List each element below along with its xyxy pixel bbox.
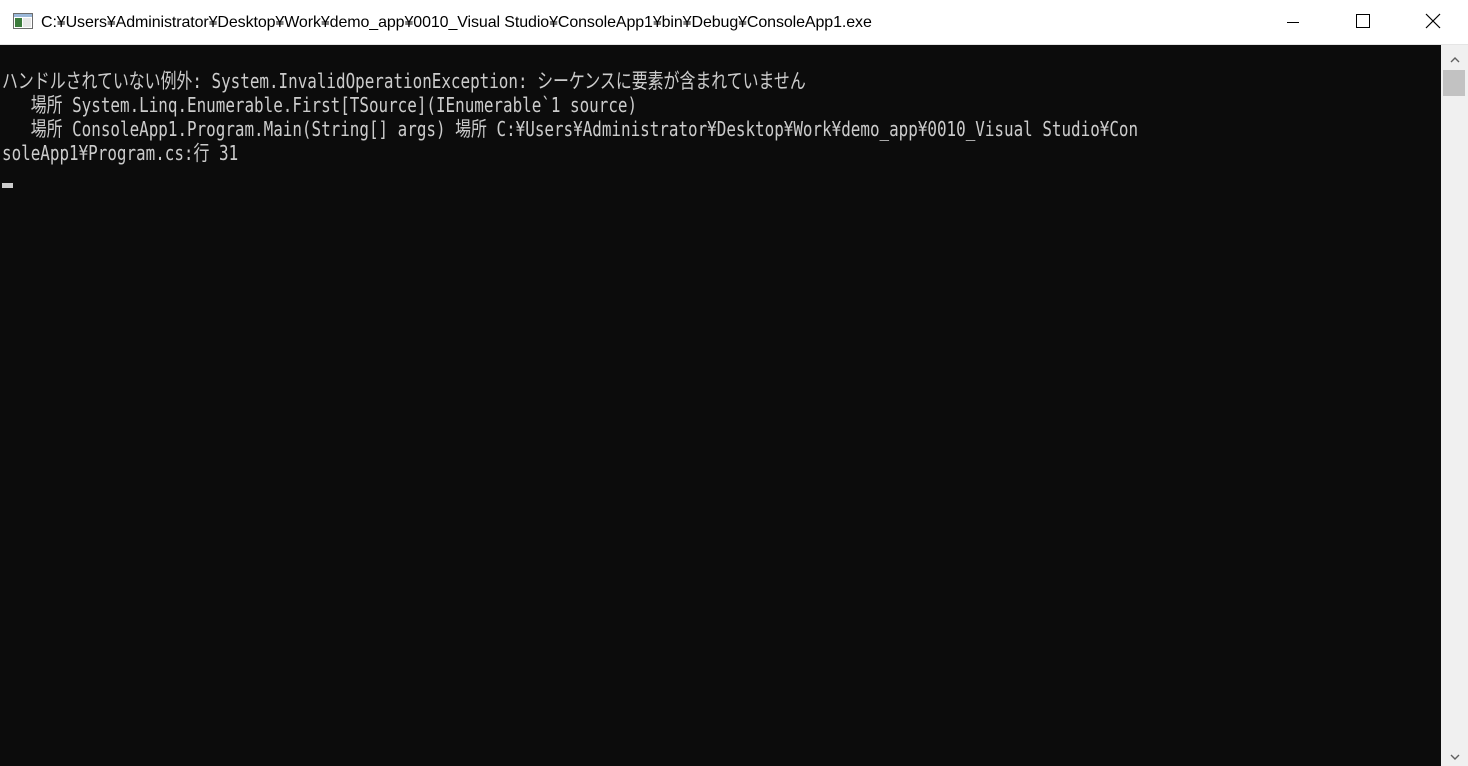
- scroll-down-button[interactable]: [1441, 742, 1468, 766]
- vertical-scrollbar[interactable]: [1441, 45, 1468, 766]
- minimize-button[interactable]: [1258, 0, 1328, 45]
- scroll-up-button[interactable]: [1441, 45, 1468, 69]
- console-line-exception: ハンドルされていない例外: System.InvalidOperationExc…: [2, 69, 806, 93]
- console-line-stack-1: 場所 System.Linq.Enumerable.First[TSource]…: [2, 93, 638, 117]
- scrollbar-thumb[interactable]: [1443, 70, 1465, 96]
- window-title: C:¥Users¥Administrator¥Desktop¥Work¥demo…: [41, 14, 872, 31]
- console-line-stack-2: 場所 ConsoleApp1.Program.Main(String[] arg…: [2, 117, 1139, 141]
- title-bar[interactable]: C:¥Users¥Administrator¥Desktop¥Work¥demo…: [0, 0, 1468, 45]
- text-cursor: [2, 183, 13, 188]
- console-app-icon: [13, 13, 33, 29]
- scroll-down-arrow-icon: [1450, 745, 1460, 764]
- maximize-button[interactable]: [1328, 0, 1398, 45]
- minimize-icon: [1287, 13, 1299, 32]
- close-button[interactable]: [1398, 0, 1468, 45]
- console-output-area[interactable]: ハンドルされていない例外: System.InvalidOperationExc…: [0, 45, 1441, 766]
- scroll-up-arrow-icon: [1450, 48, 1460, 67]
- console-line-stack-2-wrap: soleApp1¥Program.cs:行 31: [2, 141, 239, 165]
- close-icon: [1425, 13, 1441, 33]
- maximize-icon: [1356, 13, 1370, 32]
